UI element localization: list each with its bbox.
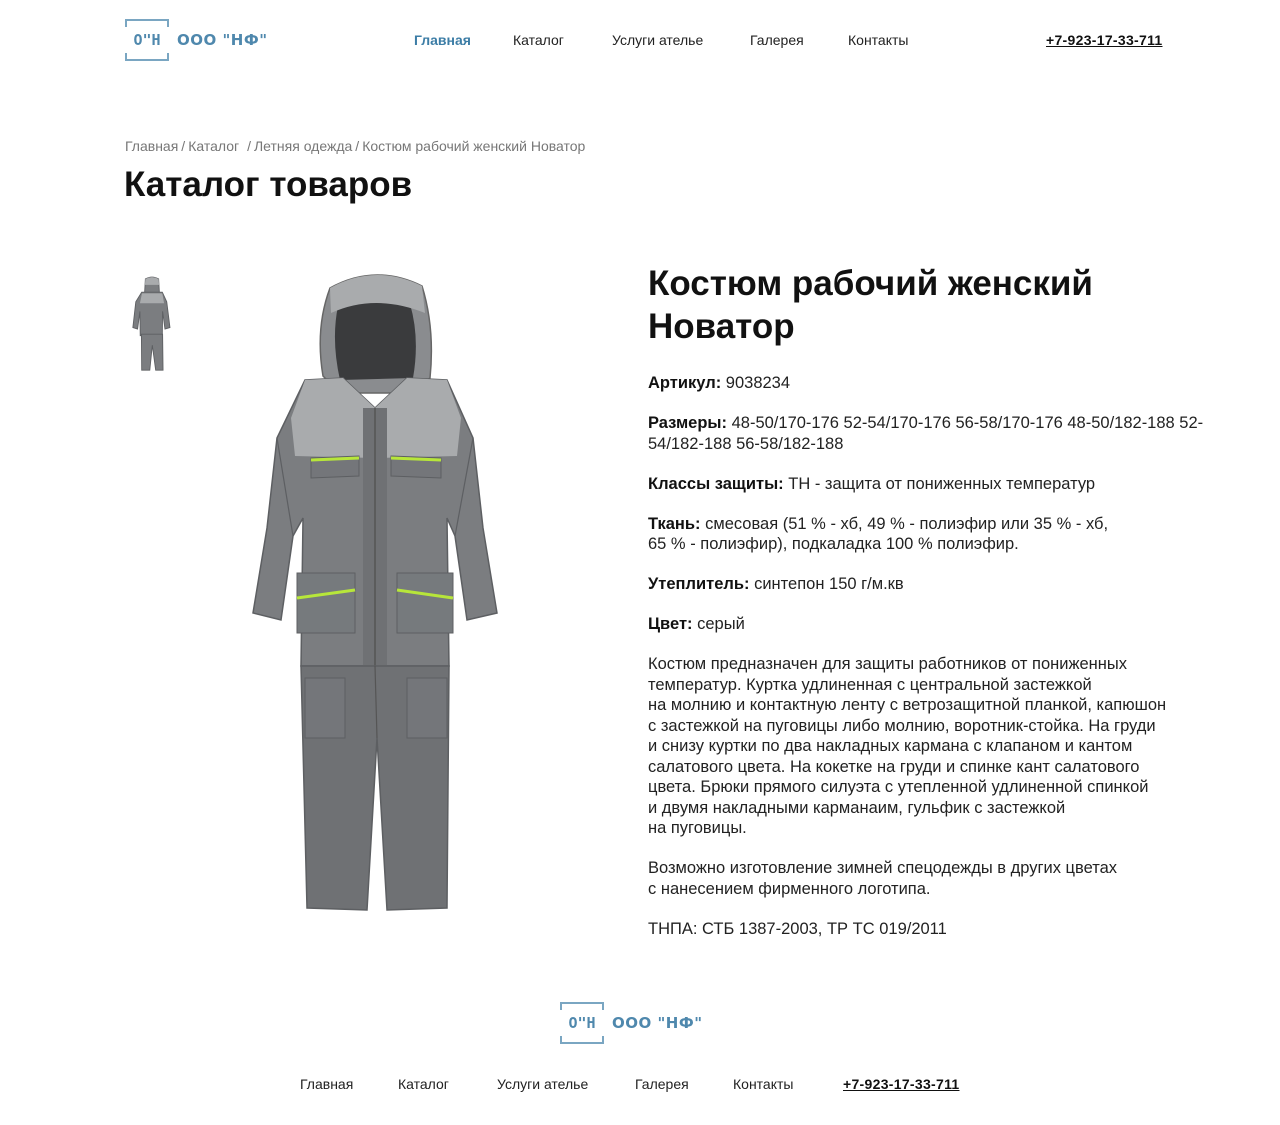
site-header: O"H ООО "НФ" Главная Каталог Услуги ател… <box>0 0 1280 82</box>
product-title-line-2: Новатор <box>648 307 795 346</box>
spec-color: Цвет: серый <box>648 614 1238 635</box>
spec-sizes-label: Размеры: <box>648 414 728 432</box>
logo-frame-bottom <box>125 53 169 61</box>
suit-thumbnail-image <box>132 276 171 371</box>
product-info: Костюм рабочий женский Новатор Артикул: … <box>648 262 1238 959</box>
product-standards: ТНПА: СТБ 1387-2003, ТР ТС 019/2011 <box>648 919 947 938</box>
description-line: цвета. Брюки прямого силуэта с утепленно… <box>648 778 1149 796</box>
spec-fabric-value-line-2: 65 % - полиэфир), подкаладка 100 % полиэ… <box>648 535 1019 553</box>
suit-image <box>252 274 498 911</box>
breadcrumb: Главная / Каталог / Летняя одежда / Костюм раб… <box>125 138 585 154</box>
extra-info-line: Возможно изготовление зимней спецодежды … <box>648 859 1118 877</box>
spec-insulation-value: синтепон 150 г/м.кв <box>754 575 904 593</box>
breadcrumb-separator: / <box>247 138 251 154</box>
extra-info-line: с нанесением фирменного логотипа. <box>648 879 931 898</box>
spec-article-label: Артикул: <box>648 374 722 392</box>
spec-protection-label: Классы защиты: <box>648 474 784 493</box>
description-line: на пуговицы. <box>648 819 747 837</box>
description-line: на молнию и контактную ленту с ветрозащи… <box>648 696 1167 714</box>
spec-color-value: серый <box>697 615 745 633</box>
logo-company-name: ООО "НФ" <box>177 31 268 49</box>
spec-sizes: Размеры: 48-50/170-176 52-54/170-176 56-… <box>648 413 1238 454</box>
description-line: и снизу куртки по два накладных кармана … <box>648 737 1133 755</box>
spec-fabric-label: Ткань: <box>648 514 701 533</box>
spec-insulation-label: Утеплитель: <box>648 575 750 593</box>
logo[interactable]: O"H ООО "НФ" <box>125 19 268 61</box>
footer-phone-link[interactable]: +7-923-17-33-711 <box>843 1076 960 1092</box>
footer-logo-mark-text: O"H <box>568 1014 596 1032</box>
footer-nav-item-catalog[interactable]: Каталог <box>398 1076 449 1092</box>
spec-fabric-value-line-1: смесовая (51 % - хб, 49 % - полиэфир или… <box>705 514 1109 533</box>
product-title: Костюм рабочий женский Новатор <box>648 262 1238 348</box>
footer-nav-item-home[interactable]: Главная <box>300 1076 353 1092</box>
breadcrumb-current: Костюм рабочий женский Новатор <box>362 138 586 154</box>
description-line: с застежкой на пуговицы либо молнию, вор… <box>648 716 1156 735</box>
product-main-image[interactable] <box>235 268 515 920</box>
breadcrumb-home[interactable]: Главная <box>125 138 178 154</box>
description-line: температур. Куртка удлиненная с централь… <box>648 675 1092 694</box>
product-extra-info: Возможно изготовление зимней спецодежды … <box>648 858 1238 899</box>
footer-nav-item-atelier-services[interactable]: Услуги ателье <box>497 1076 588 1092</box>
product-description: Костюм предназначен для защиты работнико… <box>648 654 1238 839</box>
page-title: Каталог товаров <box>124 165 413 204</box>
footer-nav-item-contacts[interactable]: Контакты <box>733 1076 793 1092</box>
footer-nav-item-gallery[interactable]: Галерея <box>635 1076 689 1092</box>
spec-insulation: Утеплитель: синтепон 150 г/м.кв <box>648 574 1238 595</box>
nav-item-gallery[interactable]: Галерея <box>750 32 804 48</box>
breadcrumb-separator: / <box>355 138 360 154</box>
spec-color-label: Цвет: <box>648 615 693 633</box>
breadcrumb-summer-clothing[interactable]: Летняя одежда <box>254 138 352 154</box>
product-thumbnail[interactable] <box>128 276 176 372</box>
header-phone-link[interactable]: +7-923-17-33-711 <box>1046 32 1163 48</box>
logo-mark-text: O"H <box>133 31 161 49</box>
footer-logo[interactable]: O"H ООО "НФ" <box>560 1002 703 1044</box>
logo-frame-top <box>560 1002 604 1010</box>
breadcrumb-separator: / <box>181 138 186 154</box>
spec-article-value: 9038234 <box>725 374 791 392</box>
breadcrumb-catalog[interactable]: Каталог <box>188 138 239 154</box>
nav-item-home[interactable]: Главная <box>414 32 471 48</box>
spec-protection: Классы защиты: ТН - защита от пониженных… <box>648 474 1238 495</box>
nav-item-atelier-services[interactable]: Услуги ателье <box>612 32 703 48</box>
description-line: салатового цвета. На кокетке на груди и … <box>648 757 1140 776</box>
spec-sizes-value: 48-50/170-176 52-54/170-176 56-58/170-17… <box>648 414 1204 453</box>
logo-frame-top <box>125 19 169 27</box>
spec-fabric: Ткань: смесовая (51 % - хб, 49 % - полиэ… <box>648 514 1238 555</box>
logo-frame-bottom <box>560 1036 604 1044</box>
spec-article: Артикул: 9038234 <box>648 373 1238 394</box>
description-line: Костюм предназначен для защиты работнико… <box>648 655 1128 673</box>
product-title-line-1: Костюм рабочий женский <box>648 264 1093 303</box>
spec-protection-value: ТН - защита от пониженных температур <box>788 474 1096 493</box>
footer-logo-company-name: ООО "НФ" <box>612 1014 703 1032</box>
nav-item-contacts[interactable]: Контакты <box>848 32 908 48</box>
description-line: и двумя накладными карманаим, гульфик с … <box>648 798 1066 817</box>
logo-mark: O"H <box>125 19 169 61</box>
nav-item-catalog[interactable]: Каталог <box>513 32 564 48</box>
footer-logo-mark: O"H <box>560 1002 604 1044</box>
